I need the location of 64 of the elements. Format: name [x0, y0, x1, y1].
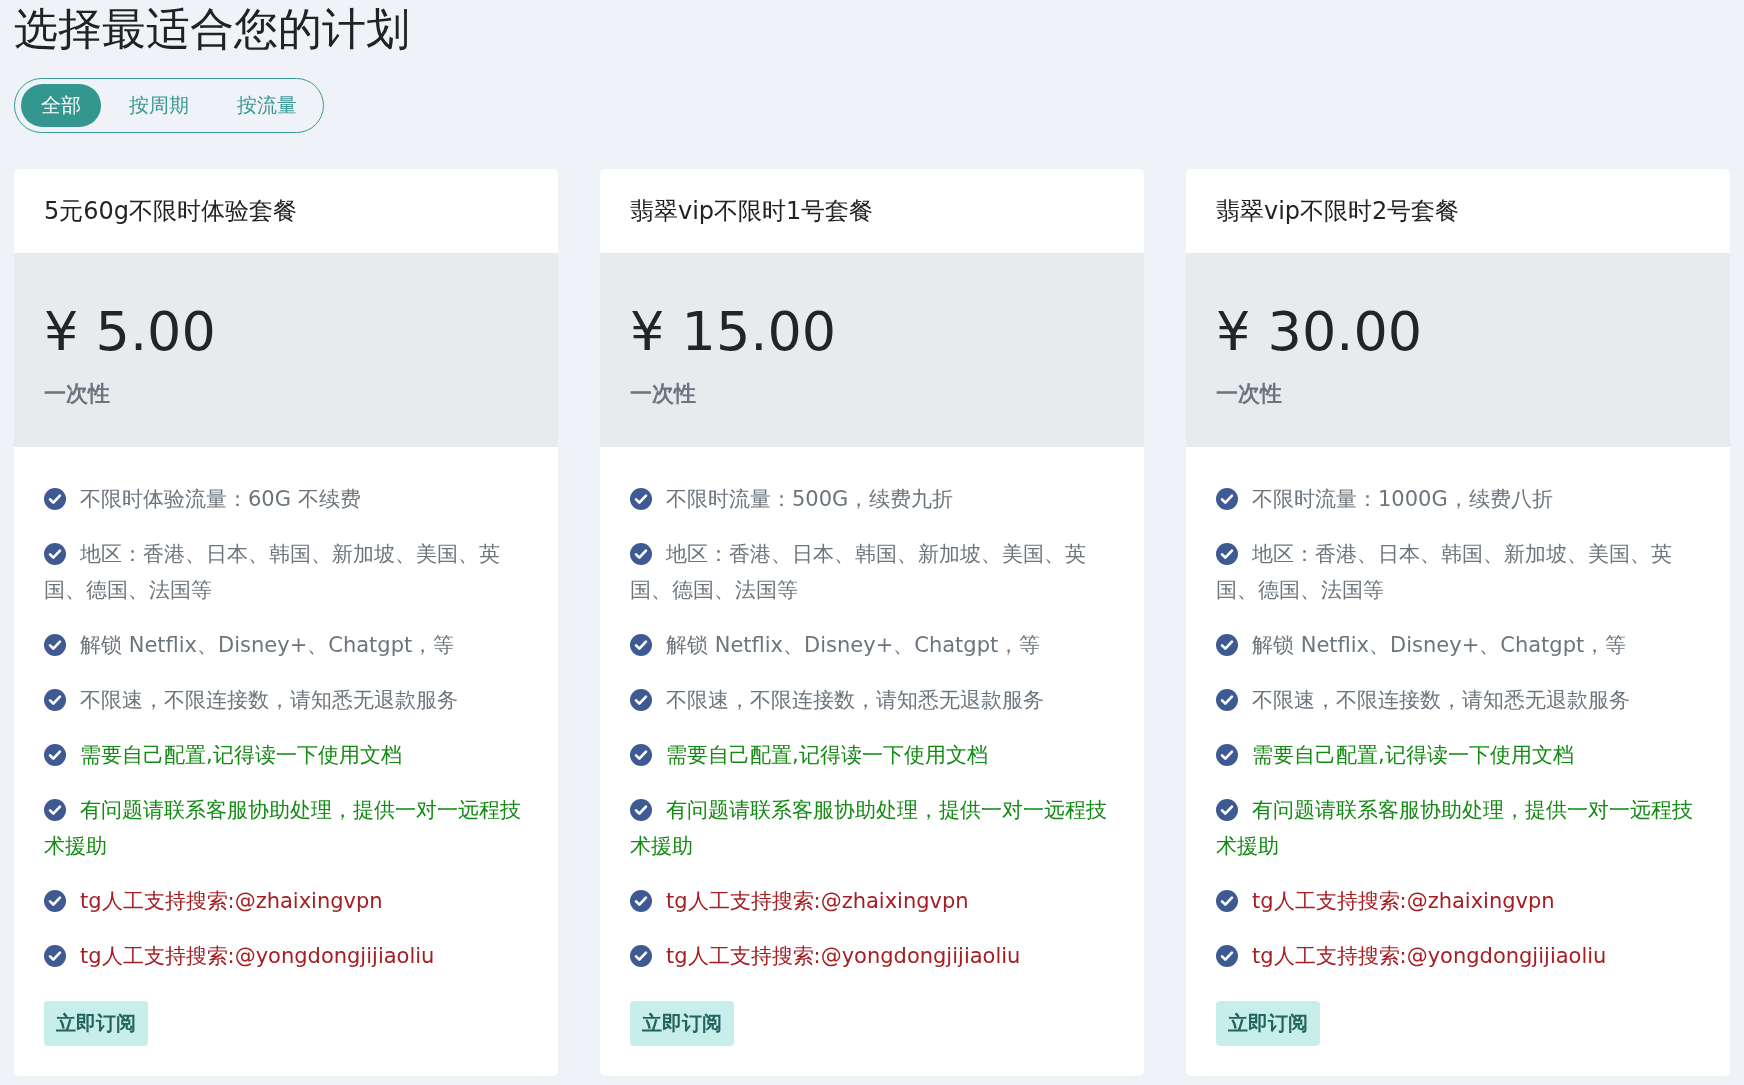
check-circle-icon	[630, 543, 652, 565]
billing-period: 一次性	[44, 380, 111, 408]
feature-text: 有问题请联系客服协助处理，提供一对一远程技术援助	[630, 797, 1108, 860]
check-circle-icon	[630, 488, 652, 510]
feature-text: tg人工支持搜索:@yongdongjijiaoliu	[630, 938, 1114, 974]
feature-text: 不限速，不限连接数，请知悉无退款服务	[630, 682, 1114, 718]
check-circle-icon	[1216, 543, 1238, 565]
plan-name: 翡翠vip不限时1号套餐	[630, 196, 874, 227]
check-circle-icon	[44, 945, 66, 967]
feature-text: 不限时流量：1000G，续费八折	[1216, 481, 1700, 517]
check-circle-icon	[1216, 799, 1238, 821]
feature-text: 有问题请联系客服协助处理，提供一对一远程技术援助	[44, 797, 522, 860]
feature-text: 地区：香港、日本、韩国、新加坡、美国、英国、德国、法国等	[44, 541, 501, 604]
check-circle-icon	[1216, 945, 1238, 967]
feature-text: 需要自己配置,记得读一下使用文档	[1216, 737, 1700, 773]
check-circle-icon	[44, 744, 66, 766]
check-circle-icon	[630, 689, 652, 711]
check-circle-icon	[1216, 890, 1238, 912]
check-circle-icon	[1216, 634, 1238, 656]
billing-period: 一次性	[630, 380, 697, 408]
plan-price: ¥ 5.00	[44, 299, 217, 365]
feature-text: 解锁 Netflix、Disney+、Chatgpt，等	[1216, 627, 1700, 663]
check-circle-icon	[630, 744, 652, 766]
check-circle-icon	[44, 799, 66, 821]
subscribe-button[interactable]: 立即订阅	[44, 1001, 148, 1046]
plan-price: ¥ 15.00	[630, 299, 838, 365]
check-circle-icon	[44, 689, 66, 711]
check-circle-icon	[630, 634, 652, 656]
plan-name: 翡翠vip不限时2号套餐	[1216, 196, 1460, 227]
feature-text: 不限时体验流量：60G 不续费	[44, 481, 528, 517]
check-circle-icon	[44, 634, 66, 656]
feature-text: tg人工支持搜索:@zhaixingvpn	[44, 883, 528, 919]
check-circle-icon	[1216, 689, 1238, 711]
feature-text: 不限时流量：500G，续费九折	[630, 481, 1114, 517]
feature-text: 不限速，不限连接数，请知悉无退款服务	[1216, 682, 1700, 718]
feature-text: 需要自己配置,记得读一下使用文档	[630, 737, 1114, 773]
feature-text: 不限速，不限连接数，请知悉无退款服务	[44, 682, 528, 718]
feature-text: 地区：香港、日本、韩国、新加坡、美国、英国、德国、法国等	[630, 541, 1087, 604]
feature-text: tg人工支持搜索:@zhaixingvpn	[1216, 883, 1700, 919]
feature-text: tg人工支持搜索:@yongdongjijiaoliu	[44, 938, 528, 974]
check-circle-icon	[630, 890, 652, 912]
check-circle-icon	[44, 488, 66, 510]
check-circle-icon	[1216, 488, 1238, 510]
subscribe-button[interactable]: 立即订阅	[630, 1001, 734, 1046]
feature-text: 有问题请联系客服协助处理，提供一对一远程技术援助	[1216, 797, 1694, 860]
page-title: 选择最适合您的计划	[14, 2, 411, 56]
feature-text: tg人工支持搜索:@zhaixingvpn	[630, 883, 1114, 919]
filter-tab[interactable]: 按周期	[109, 84, 209, 127]
feature-text: tg人工支持搜索:@yongdongjijiaoliu	[1216, 938, 1700, 974]
check-circle-icon	[630, 945, 652, 967]
feature-text: 解锁 Netflix、Disney+、Chatgpt，等	[630, 627, 1114, 663]
filter-tab[interactable]: 按流量	[217, 84, 317, 127]
check-circle-icon	[44, 543, 66, 565]
check-circle-icon	[630, 799, 652, 821]
feature-text: 解锁 Netflix、Disney+、Chatgpt，等	[44, 627, 528, 663]
check-circle-icon	[1216, 744, 1238, 766]
plan-name: 5元60g不限时体验套餐	[44, 196, 298, 227]
feature-text: 地区：香港、日本、韩国、新加坡、美国、英国、德国、法国等	[1216, 541, 1673, 604]
plan-price: ¥ 30.00	[1216, 299, 1424, 365]
check-circle-icon	[44, 890, 66, 912]
subscribe-button[interactable]: 立即订阅	[1216, 1001, 1320, 1046]
billing-period: 一次性	[1216, 380, 1283, 408]
feature-text: 需要自己配置,记得读一下使用文档	[44, 737, 528, 773]
filter-tab[interactable]: 全部	[21, 84, 101, 127]
